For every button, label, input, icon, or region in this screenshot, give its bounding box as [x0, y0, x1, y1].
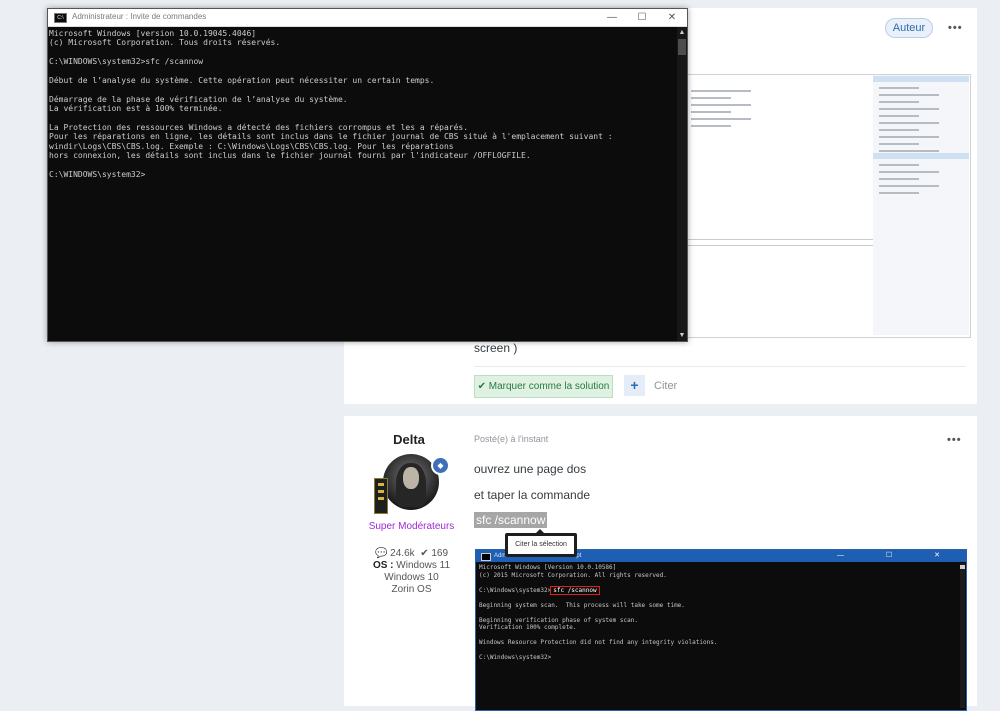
author-role: Super Modérateurs: [368, 521, 455, 532]
screenshot-left-pane: [685, 85, 874, 233]
cmd-icon: [481, 553, 491, 561]
scroll-thumb[interactable]: [678, 39, 686, 55]
author-name[interactable]: Delta: [364, 432, 454, 447]
cmd-icon: C:\: [54, 13, 67, 23]
embedded-cmd-screenshot[interactable]: Administrator: Command Prompt — ☐ ✕ Micr…: [475, 549, 967, 711]
multiquote-button[interactable]: +: [624, 375, 645, 396]
close-button[interactable]: ✕: [657, 9, 687, 26]
post-count: 24.6k: [390, 548, 415, 559]
highlighted-command: sfc /scannow: [550, 585, 600, 595]
console-output[interactable]: Microsoft Windows [version 10.0.19045.40…: [48, 27, 687, 180]
os-label: OS :: [372, 560, 394, 571]
cmd-output: Microsoft Windows [Version 10.0.10586] (…: [479, 564, 718, 661]
scroll-up-icon[interactable]: ▲: [677, 29, 687, 36]
console-scrollbar[interactable]: ▲ ▼: [677, 27, 687, 341]
check-icon: ✔: [420, 548, 429, 559]
post-paragraph: et taper la commande: [474, 488, 591, 502]
cmd-scrollbar[interactable]: [960, 563, 965, 708]
command-prompt-window[interactable]: C:\ Administrateur : Invite de commandes…: [47, 8, 688, 342]
window-titlebar[interactable]: C:\ Administrateur : Invite de commandes…: [48, 9, 687, 27]
post-date[interactable]: Posté(e) à l'instant: [474, 434, 548, 444]
embedded-screenshot[interactable]: [684, 74, 971, 338]
reputation-count: 169: [431, 548, 449, 559]
minimize-button[interactable]: —: [597, 9, 627, 26]
window-title: Administrateur : Invite de commandes: [72, 12, 207, 21]
post-more-button[interactable]: •••: [947, 434, 962, 446]
os-line: Windows 11: [396, 560, 451, 571]
rank-icon: [374, 478, 388, 514]
selected-text: sfc /scannow: [474, 512, 548, 528]
os-line: Windows 10: [384, 572, 439, 583]
quote-selection-button[interactable]: Citer la sélection: [505, 529, 577, 557]
shield-icon: ◆: [431, 456, 450, 475]
quote-button[interactable]: Citer: [654, 380, 677, 392]
divider: [474, 366, 966, 367]
post-card: Delta ◆ Super Modérateurs 💬 24.6k ✔ 169 …: [344, 416, 977, 711]
screenshot-actions-pane: [873, 75, 969, 335]
post-text: screen ): [474, 341, 518, 355]
os-line: Zorin OS: [391, 584, 432, 595]
mark-solution-button[interactable]: ✔ Marquer comme la solution: [474, 375, 613, 398]
maximize-button[interactable]: ☐: [627, 9, 657, 26]
window-controls: — ☐ ✕: [836, 552, 960, 559]
comment-icon: 💬: [374, 548, 388, 559]
author-stats: 💬 24.6k ✔ 169 OS : Windows 11 Windows 10…: [364, 548, 459, 596]
post-more-button[interactable]: •••: [948, 22, 963, 34]
scroll-down-icon[interactable]: ▼: [677, 332, 687, 339]
post-paragraph: ouvrez une page dos: [474, 462, 587, 476]
author-badge: Auteur: [885, 18, 933, 38]
